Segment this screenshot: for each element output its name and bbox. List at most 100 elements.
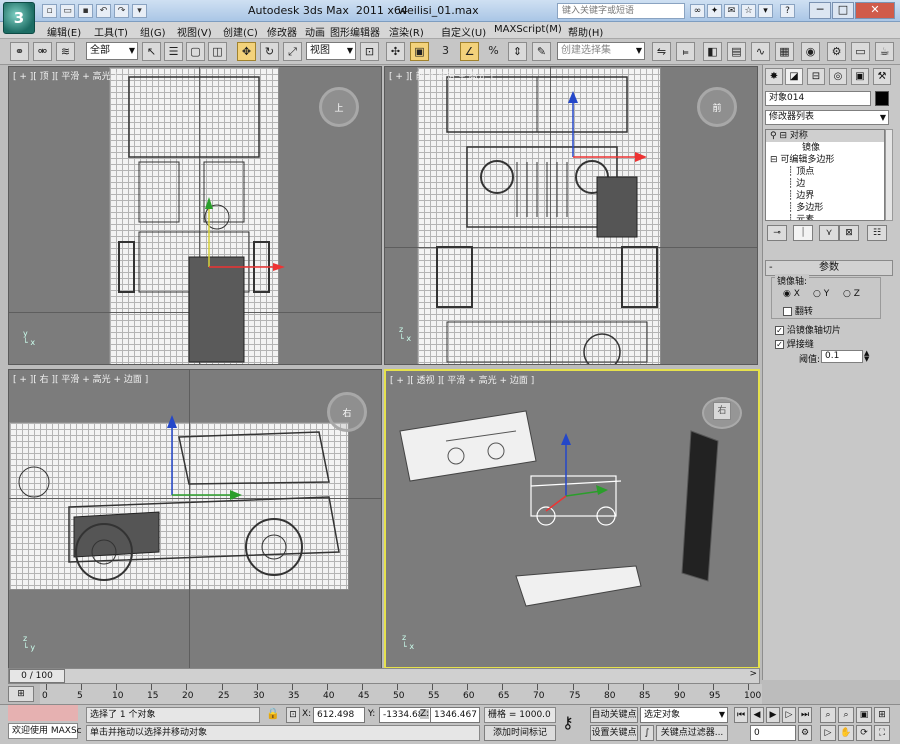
search-input[interactable]: 键入关键字或短语 [557, 3, 685, 19]
mini-curve-editor-icon[interactable]: ⊞ [8, 686, 34, 702]
axis-y-radio[interactable]: ○ Y [813, 289, 829, 299]
stack-item-vertex[interactable]: ┊ 顶点 [766, 166, 884, 178]
unlink-icon[interactable]: ⚮ [33, 42, 52, 61]
zoom-icon[interactable]: ⌕ [820, 707, 836, 723]
named-selection-dropdown[interactable]: 创建选择集 ▼ [557, 42, 645, 60]
object-color-swatch[interactable] [875, 91, 889, 106]
stack-scrollbar[interactable] [885, 129, 893, 221]
select-object-icon[interactable]: ↖ [142, 42, 161, 61]
display-tab-icon[interactable]: ▣ [851, 68, 869, 85]
x-coordinate-field[interactable]: 612.498 [313, 707, 365, 723]
track-bar[interactable]: 0 5 10 15 20 25 30 35 40 45 50 55 60 65 70 75 80 85 90 95 10… [40, 684, 762, 704]
create-tab-icon[interactable]: ✸ [765, 68, 783, 85]
stack-item-element[interactable]: ┊ 元素 [766, 214, 884, 220]
auto-key-button[interactable]: 自动关键点 [590, 707, 638, 723]
absolute-mode-icon[interactable]: ⊡ [286, 707, 300, 723]
modify-tab-icon[interactable]: ◪ [785, 68, 803, 85]
viewport-left-label[interactable]: [ + ][ 右 ][ 平滑 + 高光 + 边面 ] [13, 372, 148, 385]
stack-item-border[interactable]: ┊ 边界 [766, 190, 884, 202]
pin-stack-icon[interactable]: ⊸ [767, 225, 787, 241]
subscription-icon[interactable]: ✦ [707, 4, 722, 18]
stack-item-edge[interactable]: ┊ 边 [766, 178, 884, 190]
close-button[interactable]: ✕ [855, 2, 895, 19]
rendered-frame-window-icon[interactable]: ▭ [851, 42, 870, 61]
z-coordinate-field[interactable]: 1346.467 [430, 707, 480, 723]
menu-views[interactable]: 视图(V) [177, 24, 212, 39]
graphite-ribbon-icon[interactable]: ▤ [727, 42, 746, 61]
remove-modifier-icon[interactable]: ⊠ [839, 225, 859, 241]
lock-selection-icon[interactable]: 🔒 [266, 707, 280, 720]
viewcube-front[interactable]: 前 [697, 87, 737, 127]
bind-space-warp-icon[interactable]: ≋ [56, 42, 75, 61]
select-by-name-icon[interactable]: ☰ [164, 42, 183, 61]
add-time-tag-button[interactable]: 添加时间标记 [484, 725, 556, 741]
menu-tools[interactable]: 工具(T) [94, 24, 128, 39]
make-unique-icon[interactable]: ⋎ [819, 225, 839, 241]
menu-animation[interactable]: 动画 [305, 24, 325, 39]
edit-named-selection-icon[interactable]: ✎ [532, 42, 551, 61]
viewcube-perspective[interactable]: 右 [702, 397, 742, 429]
favorites-star-icon[interactable]: ☆ [741, 4, 756, 18]
current-frame-field[interactable]: 0 [750, 725, 796, 741]
schematic-view-icon[interactable]: ▦ [775, 42, 794, 61]
curve-editor-icon[interactable]: ∿ [751, 42, 770, 61]
zoom-all-icon[interactable]: ⌕ [838, 707, 854, 723]
reference-coordinate-dropdown[interactable]: 视图 ▼ [306, 42, 356, 60]
set-key-mode-key-icon[interactable]: ⚷ [562, 713, 574, 732]
stack-item-editable-poly[interactable]: ⊟ 可编辑多边形 [766, 154, 884, 166]
menu-maxscript[interactable]: MAXScript(M) [494, 24, 562, 35]
viewport-top-label[interactable]: [ + ][ 顶 ][ 平滑 + 高光 ] [13, 69, 117, 82]
modifier-stack[interactable]: ⚲ ⊟ 对称 镜像 ⊟ 可编辑多边形 ┊ 顶点 ┊ 边 ┊ 边界 ┊ 多边形 ┊… [765, 129, 885, 221]
show-end-result-icon[interactable]: ⏐ [793, 225, 813, 241]
menu-help[interactable]: 帮助(H) [568, 24, 603, 39]
rectangle-selection-icon[interactable]: ▢ [186, 42, 205, 61]
time-configuration-icon[interactable]: ⚙ [798, 725, 812, 741]
save-file-icon[interactable]: ▪ [78, 4, 93, 18]
percent-snap-icon[interactable]: % [484, 42, 503, 61]
mirror-icon[interactable]: ⇋ [652, 42, 671, 61]
select-and-move-icon[interactable]: ✥ [237, 42, 256, 61]
object-name-field[interactable]: 对象014 [765, 91, 871, 106]
threshold-spinner[interactable]: 0.1 [821, 350, 863, 363]
binoculars-icon[interactable]: ∞ [690, 4, 705, 18]
default-tangent-icon[interactable]: ∫ [640, 725, 654, 741]
selection-filter-dropdown[interactable]: 全部 ▼ [86, 42, 138, 60]
time-slider[interactable]: 0 / 100 > [8, 668, 760, 684]
redo-icon[interactable]: ↷ [114, 4, 129, 18]
flip-checkbox[interactable]: 翻转 [783, 304, 813, 317]
link-icon[interactable]: ⚭ [10, 42, 29, 61]
pivot-center-icon[interactable]: ⊡ [360, 42, 379, 61]
angle-snap-icon[interactable]: ∠ [460, 42, 479, 61]
align-icon[interactable]: ⫢ [676, 42, 695, 61]
layer-manager-icon[interactable]: ◧ [703, 42, 722, 61]
utilities-tab-icon[interactable]: ⚒ [873, 68, 891, 85]
slice-along-mirror-checkbox[interactable]: ✓ 沿镜像轴切片 [775, 323, 841, 336]
stack-item-symmetry[interactable]: ⚲ ⊟ 对称 [766, 130, 884, 142]
maxscript-mini-listener[interactable]: 欢迎使用 MAXSc [8, 723, 82, 739]
field-of-view-icon[interactable]: ▷ [820, 725, 836, 741]
select-and-rotate-icon[interactable]: ↻ [260, 42, 279, 61]
snap-toggle-icon[interactable]: 3 [436, 42, 455, 61]
axis-x-radio[interactable]: ◉ X [783, 289, 800, 299]
spinner-arrows-icon[interactable]: ▲ ▼ [864, 350, 869, 363]
viewport-left[interactable]: 右 [ + ][ 右 ][ 平滑 + 高光 + 边面 ] z └ y [8, 369, 382, 669]
viewport-front[interactable]: 前 [ + ][ 前 ][ 平滑 + 高光 ] z └ x [384, 66, 758, 365]
go-to-end-icon[interactable]: ⏭ [798, 707, 812, 723]
set-key-button[interactable]: 设置关键点 [590, 725, 638, 741]
viewcube-top[interactable]: 上 [319, 87, 359, 127]
weld-seam-checkbox[interactable]: ✓ 焊接缝 [775, 337, 814, 350]
stack-item-polygon[interactable]: ┊ 多边形 [766, 202, 884, 214]
viewport-top[interactable]: 上 [ + ][ 顶 ][ 平滑 + 高光 ] y └ x [8, 66, 382, 365]
select-manipulate-icon[interactable]: ✣ [386, 42, 405, 61]
zoom-extents-all-icon[interactable]: ⊞ [874, 707, 890, 723]
stack-item-mirror[interactable]: 镜像 [766, 142, 884, 154]
material-editor-icon[interactable]: ◉ [801, 42, 820, 61]
time-slider-thumb[interactable]: 0 / 100 [9, 669, 65, 683]
help-dropdown-icon[interactable]: ▾ [758, 4, 773, 18]
viewport-perspective-label[interactable]: [ + ][ 透视 ][ 平滑 + 高光 + 边面 ] [390, 373, 534, 386]
spinner-snap-icon[interactable]: ⇕ [508, 42, 527, 61]
viewport-perspective[interactable]: 右 [ + ][ 透视 ][ 平滑 + 高光 + 边面 ] z └ x [384, 369, 760, 669]
maximize-button[interactable]: □ [832, 2, 854, 19]
viewcube-left[interactable]: 右 [327, 392, 367, 432]
minimize-button[interactable]: ─ [809, 2, 831, 19]
